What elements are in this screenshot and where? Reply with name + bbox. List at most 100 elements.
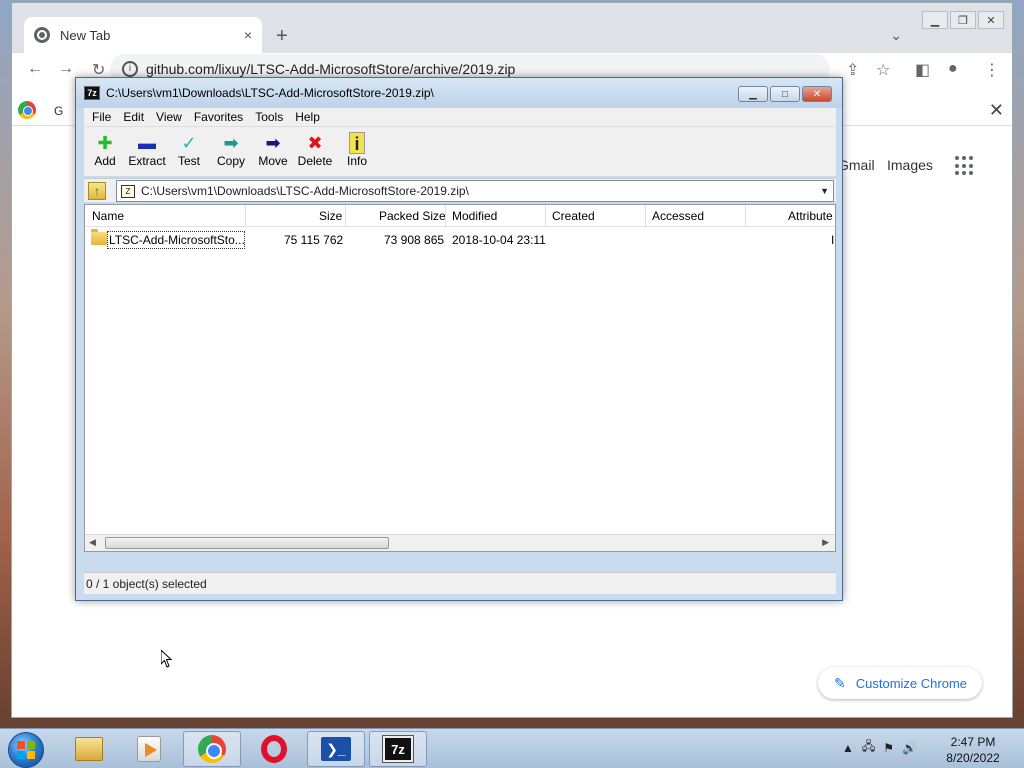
customize-chrome-label: Customize Chrome bbox=[855, 675, 967, 691]
column-packed-size[interactable]: Packed Size bbox=[379, 209, 446, 225]
bookmark-star-icon[interactable]: ☆ bbox=[876, 60, 890, 80]
chrome-icon bbox=[198, 735, 226, 763]
new-tab-button[interactable]: + bbox=[276, 25, 288, 48]
clock[interactable]: 2:47 PM 8/20/2022 bbox=[940, 734, 1006, 766]
7zip-icon: 7z bbox=[382, 735, 414, 763]
folder-explorer-icon bbox=[75, 737, 103, 761]
add-button[interactable]: ✚ Add bbox=[84, 127, 126, 177]
delete-button[interactable]: ✖ Delete bbox=[294, 127, 336, 177]
system-tray: ▲ 🖧 ⚑ 🔊 bbox=[842, 737, 917, 758]
info-button[interactable]: i Info bbox=[336, 127, 378, 177]
row-modified: 2018-10-04 23:11 bbox=[452, 233, 546, 247]
clock-date: 8/20/2022 bbox=[946, 751, 1000, 765]
7zip-close-button[interactable]: ✕ bbox=[802, 86, 832, 102]
scrollbar-thumb[interactable] bbox=[105, 537, 389, 549]
info-label: Info bbox=[346, 154, 367, 168]
forward-arrow-icon[interactable]: → bbox=[58, 60, 74, 78]
move-arrow-icon: ➡ bbox=[265, 133, 281, 153]
column-separator bbox=[645, 205, 646, 227]
horizontal-scrollbar[interactable]: ◀ ▶ bbox=[85, 534, 835, 551]
show-hidden-icons-icon[interactable]: ▲ bbox=[842, 741, 854, 755]
extract-button[interactable]: ▬ Extract bbox=[126, 127, 168, 177]
chrome-logo-icon bbox=[18, 101, 36, 119]
tab-close-icon[interactable]: × bbox=[244, 27, 252, 43]
delete-label: Delete bbox=[297, 154, 333, 168]
7zip-minimize-button[interactable]: ▁ bbox=[738, 86, 768, 102]
7zip-app-icon: 7z bbox=[84, 86, 100, 100]
folder-up-icon[interactable]: ↑ bbox=[88, 182, 106, 200]
7zip-file-list: Name Size Packed Size Modified Created A… bbox=[84, 204, 836, 552]
network-icon[interactable]: 🖧 bbox=[862, 737, 875, 758]
column-separator bbox=[245, 205, 246, 227]
pencil-icon: ✎ bbox=[834, 674, 846, 691]
tab-title: New Tab bbox=[60, 27, 111, 43]
list-header: Name Size Packed Size Modified Created A… bbox=[85, 205, 835, 227]
column-created[interactable]: Created bbox=[552, 209, 595, 225]
chrome-tab-new-tab[interactable]: New Tab × bbox=[24, 17, 262, 53]
media-player-icon bbox=[137, 736, 161, 762]
7zip-path-text: C:\Users\vm1\Downloads\LTSC-Add-Microsof… bbox=[141, 184, 469, 198]
archive-icon: Z bbox=[121, 184, 135, 198]
google-apps-icon[interactable] bbox=[955, 156, 975, 176]
menu-edit[interactable]: Edit bbox=[123, 110, 144, 124]
start-button[interactable] bbox=[8, 732, 44, 768]
taskbar-opera[interactable] bbox=[245, 731, 303, 767]
delete-x-icon: ✖ bbox=[307, 133, 323, 153]
move-button[interactable]: ➡ Move bbox=[252, 127, 294, 177]
taskbar-7zip[interactable]: 7z bbox=[369, 731, 427, 767]
column-accessed[interactable]: Accessed bbox=[652, 209, 704, 225]
clock-time: 2:47 PM bbox=[950, 735, 996, 749]
7zip-address-bar: ↑ Z C:\Users\vm1\Downloads\LTSC-Add-Micr… bbox=[84, 178, 836, 202]
7zip-path-field[interactable]: Z C:\Users\vm1\Downloads\LTSC-Add-Micros… bbox=[116, 180, 834, 202]
row-name: LTSC-Add-MicrosoftSto... bbox=[107, 231, 245, 249]
table-row[interactable]: LTSC-Add-MicrosoftSto... 75 115 762 73 9… bbox=[85, 229, 835, 249]
menu-tools[interactable]: Tools bbox=[255, 110, 283, 124]
7zip-window: 7z C:\Users\vm1\Downloads\LTSC-Add-Micro… bbox=[75, 77, 843, 601]
column-separator bbox=[345, 205, 346, 227]
column-separator bbox=[745, 205, 746, 227]
profile-avatar-icon[interactable]: ● bbox=[948, 60, 958, 78]
column-attribute[interactable]: Attribute bbox=[788, 209, 833, 225]
7zip-titlebar[interactable]: 7z C:\Users\vm1\Downloads\LTSC-Add-Micro… bbox=[76, 78, 842, 108]
column-modified[interactable]: Modified bbox=[452, 209, 497, 225]
add-label: Add bbox=[94, 154, 116, 168]
column-name[interactable]: Name bbox=[92, 209, 124, 225]
info-bar-close-icon[interactable]: ✕ bbox=[989, 100, 1004, 121]
menu-file[interactable]: File bbox=[92, 110, 111, 124]
side-panel-icon[interactable]: ◧ bbox=[915, 60, 930, 80]
copy-label: Copy bbox=[216, 154, 245, 168]
action-center-icon[interactable]: ⚑ bbox=[883, 741, 894, 755]
menu-help[interactable]: Help bbox=[295, 110, 320, 124]
chrome-menu-icon[interactable]: ⋮ bbox=[984, 60, 1000, 80]
gmail-link[interactable]: Gmail bbox=[838, 157, 875, 173]
close-button[interactable]: ✕ bbox=[978, 11, 1004, 29]
menu-favorites[interactable]: Favorites bbox=[194, 110, 243, 124]
back-arrow-icon[interactable]: ← bbox=[27, 60, 43, 78]
taskbar-powershell[interactable]: ❯_ bbox=[307, 731, 365, 767]
scroll-left-icon[interactable]: ◀ bbox=[89, 537, 96, 548]
customize-chrome-button[interactable]: ✎ Customize Chrome bbox=[818, 667, 982, 699]
site-info-icon[interactable]: i bbox=[122, 61, 138, 77]
7zip-maximize-button[interactable]: □ bbox=[770, 86, 800, 102]
test-button[interactable]: ✓ Test bbox=[168, 127, 210, 177]
share-icon[interactable]: ⇪ bbox=[846, 60, 859, 80]
taskbar-explorer[interactable] bbox=[60, 731, 118, 767]
tab-search-icon[interactable]: ⌄ bbox=[890, 27, 902, 44]
scroll-right-icon[interactable]: ▶ bbox=[822, 537, 829, 548]
extract-minus-icon: ▬ bbox=[138, 133, 156, 153]
volume-icon[interactable]: 🔊 bbox=[902, 741, 917, 755]
taskbar: ❯_ 7z ▲ 🖧 ⚑ 🔊 2:47 PM 8/20/2022 bbox=[0, 728, 1024, 768]
path-dropdown-icon[interactable]: ▼ bbox=[820, 186, 829, 196]
taskbar-media-player[interactable] bbox=[120, 731, 178, 767]
maximize-button[interactable]: ❐ bbox=[950, 11, 976, 29]
taskbar-chrome[interactable] bbox=[183, 731, 241, 767]
menu-view[interactable]: View bbox=[156, 110, 182, 124]
minimize-button[interactable]: ▁ bbox=[922, 11, 948, 29]
images-link[interactable]: Images bbox=[887, 157, 933, 173]
copy-button[interactable]: ➡ Copy bbox=[210, 127, 252, 177]
selection-status: 0 / 1 object(s) selected bbox=[86, 576, 207, 591]
7zip-status-bar: 0 / 1 object(s) selected bbox=[84, 572, 836, 594]
column-size[interactable]: Size bbox=[319, 209, 342, 225]
info-bar-text: G bbox=[54, 104, 64, 118]
extract-label: Extract bbox=[128, 154, 166, 168]
